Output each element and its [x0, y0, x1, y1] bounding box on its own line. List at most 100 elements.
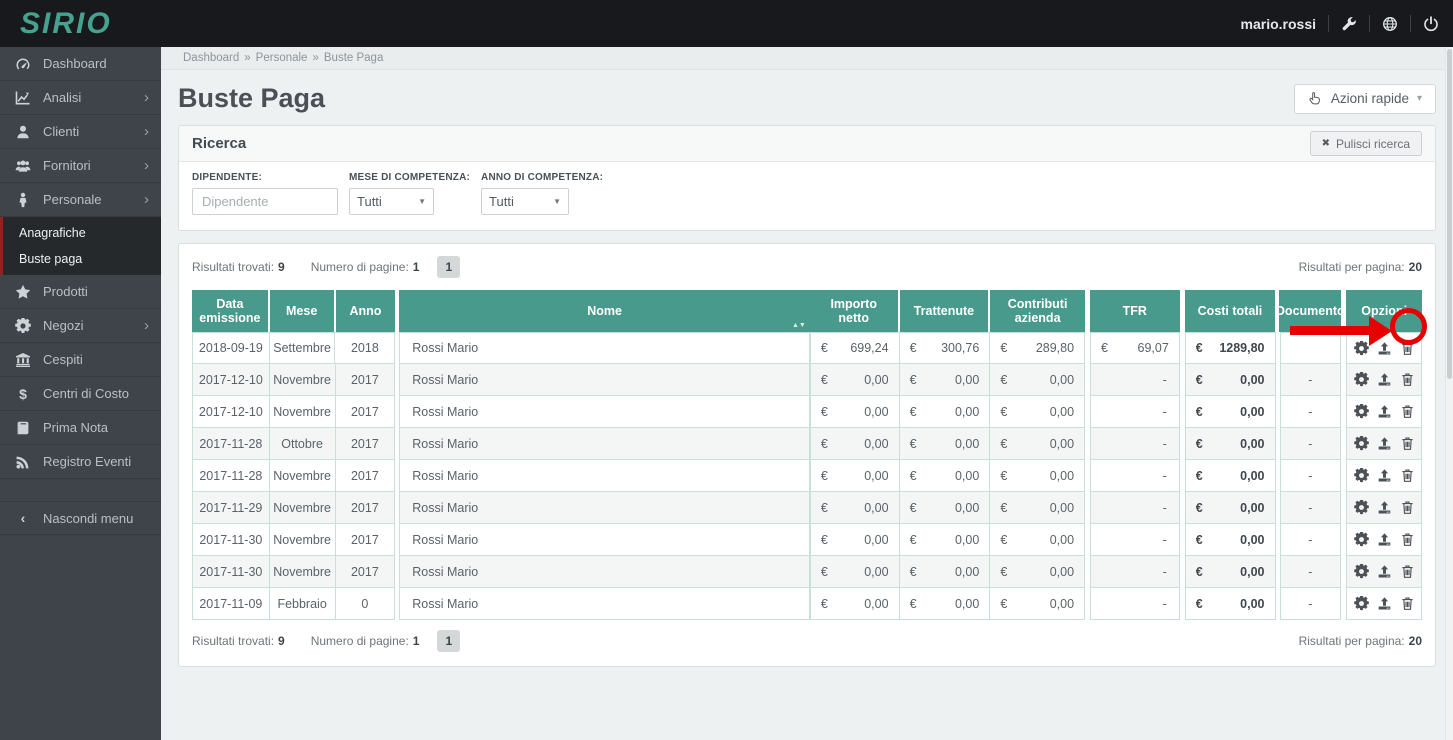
cell-documento: [1279, 332, 1342, 364]
upload-row-button[interactable]: [1377, 564, 1392, 579]
cell-mese: Novembre: [269, 556, 336, 588]
sidebar-subitem-buste-paga[interactable]: Buste paga: [3, 246, 161, 272]
sidebar-item-prima-nota[interactable]: Prima Nota: [0, 411, 161, 445]
column-header-contributi[interactable]: Contributi azienda: [990, 290, 1085, 332]
cell-documento: -: [1279, 556, 1342, 588]
settings-row-button[interactable]: [1353, 499, 1369, 515]
delete-row-button[interactable]: [1400, 564, 1415, 579]
results-info-bottom: Risultati trovati: 9 Numero di pagine: 1 1…: [192, 630, 1422, 652]
delete-row-button[interactable]: [1400, 404, 1415, 419]
wrench-icon[interactable]: [1341, 16, 1357, 32]
settings-row-button[interactable]: [1353, 563, 1369, 579]
cell-costi: €0,00: [1184, 364, 1276, 396]
delete-row-button[interactable]: [1400, 436, 1415, 451]
delete-row-button[interactable]: [1400, 468, 1415, 483]
year-select[interactable]: Tutti ▼: [481, 188, 570, 215]
cell-tfr: €69,07: [1090, 332, 1180, 364]
sidebar-item-label: Centri di Costo: [43, 386, 129, 401]
cell-value: 1289,80: [1219, 341, 1265, 355]
delete-row-button[interactable]: [1400, 532, 1415, 547]
vertical-scrollbar[interactable]: [1445, 47, 1453, 740]
cell-value: 0,00: [1240, 596, 1265, 611]
sidebar-item-centri-di-costo[interactable]: $ Centri di Costo: [0, 377, 161, 411]
cell-costi: €0,00: [1184, 492, 1276, 524]
cell-costi: €1289,80: [1184, 332, 1276, 364]
breadcrumb-item-dashboard[interactable]: Dashboard: [183, 52, 239, 64]
sidebar-item-registro-eventi[interactable]: Registro Eventi: [0, 445, 161, 479]
cell-contributi: €0,00: [990, 460, 1086, 492]
upload-row-button[interactable]: [1377, 436, 1392, 451]
username[interactable]: mario.rossi: [1241, 16, 1316, 32]
annotation-arrow-shaft: [1290, 326, 1370, 335]
sidebar-item-fornitori[interactable]: Fornitori ›: [0, 149, 161, 183]
page-number-button[interactable]: 1: [437, 630, 461, 652]
column-header-label: Importo netto: [830, 296, 877, 325]
settings-row-button[interactable]: [1353, 371, 1369, 387]
cell-value: 0,00: [954, 500, 980, 515]
column-header-costi[interactable]: Costi totali: [1184, 290, 1276, 332]
settings-row-button[interactable]: [1353, 467, 1369, 483]
column-header-nome[interactable]: Nome ▲▼: [399, 290, 810, 332]
sidebar-subitem-anagrafiche[interactable]: Anagrafiche: [3, 220, 161, 246]
sidebar-item-clienti[interactable]: Clienti ›: [0, 115, 161, 149]
delete-row-button[interactable]: [1400, 500, 1415, 515]
sort-arrows-icon[interactable]: ▲▼: [792, 322, 806, 330]
chevron-right-icon: ›: [144, 316, 149, 334]
cell-value: 69,07: [1137, 341, 1169, 355]
euro-symbol: €: [820, 596, 828, 611]
month-select[interactable]: Tutti ▼: [349, 188, 434, 215]
upload-row-button[interactable]: [1377, 372, 1392, 387]
settings-row-button[interactable]: [1353, 339, 1369, 356]
power-icon[interactable]: [1423, 15, 1439, 32]
cell-value: 0,00: [864, 372, 889, 387]
quick-actions-button[interactable]: Azioni rapide ▾: [1293, 83, 1436, 114]
column-header-trattenute[interactable]: Trattenute: [899, 290, 991, 332]
sidebar-item-prodotti[interactable]: Prodotti: [0, 275, 161, 309]
euro-symbol: €: [1000, 596, 1008, 611]
column-header-tfr[interactable]: TFR: [1089, 290, 1180, 332]
column-header-label: Nome: [587, 303, 622, 318]
upload-row-button[interactable]: [1377, 404, 1392, 419]
payslips-table: Data emissione Mese Anno Nome ▲▼ Importo nett…: [192, 290, 1423, 620]
column-header-data[interactable]: Data emissione: [192, 290, 270, 332]
sidebar-item-dashboard[interactable]: Dashboard: [0, 47, 161, 81]
globe-icon[interactable]: [1382, 16, 1398, 32]
scrollbar-thumb[interactable]: [1447, 49, 1452, 379]
upload-row-button[interactable]: [1377, 532, 1392, 547]
chevron-right-icon: ›: [144, 122, 149, 140]
euro-symbol: €: [1195, 372, 1203, 387]
sidebar-item-cespiti[interactable]: Cespiti: [0, 343, 161, 377]
delete-row-button[interactable]: [1400, 596, 1415, 611]
euro-symbol: €: [1195, 404, 1203, 419]
results-found: Risultati trovati: 9: [192, 634, 285, 648]
column-header-anno[interactable]: Anno: [335, 290, 396, 332]
year-select-value: Tutti: [489, 194, 514, 209]
clear-search-button[interactable]: ✖ Pulisci ricerca: [1309, 131, 1422, 156]
upload-row-button[interactable]: [1377, 500, 1392, 515]
sidebar-item-negozi[interactable]: Negozi ›: [0, 309, 161, 343]
breadcrumb-item-buste-paga[interactable]: Buste Paga: [324, 52, 383, 64]
settings-row-button[interactable]: [1353, 435, 1369, 451]
cell-anno: 0: [335, 588, 396, 620]
person-icon: [12, 192, 34, 208]
gauge-icon: [12, 56, 34, 72]
sidebar-item-analisi[interactable]: Analisi ›: [0, 81, 161, 115]
column-header-importo[interactable]: Importo netto: [809, 290, 900, 332]
upload-row-button[interactable]: [1377, 596, 1392, 611]
cell-value: 300,76: [941, 341, 980, 355]
delete-row-button[interactable]: [1400, 372, 1415, 387]
breadcrumb-item-personale[interactable]: Personale: [256, 52, 308, 64]
annotation-circle: [1390, 308, 1427, 345]
collapse-menu-button[interactable]: ‹ Nascondi menu: [0, 501, 161, 535]
settings-row-button[interactable]: [1353, 595, 1369, 611]
employee-input[interactable]: [192, 188, 338, 215]
page-number-button[interactable]: 1: [437, 256, 461, 278]
cell-opzioni: [1346, 588, 1422, 620]
cell-mese: Novembre: [269, 524, 336, 556]
settings-row-button[interactable]: [1353, 531, 1369, 547]
settings-row-button[interactable]: [1353, 403, 1369, 419]
sidebar-item-personale[interactable]: Personale ›: [0, 183, 161, 217]
euro-symbol: €: [1000, 341, 1008, 355]
column-header-mese[interactable]: Mese: [269, 290, 336, 332]
upload-row-button[interactable]: [1377, 468, 1392, 483]
